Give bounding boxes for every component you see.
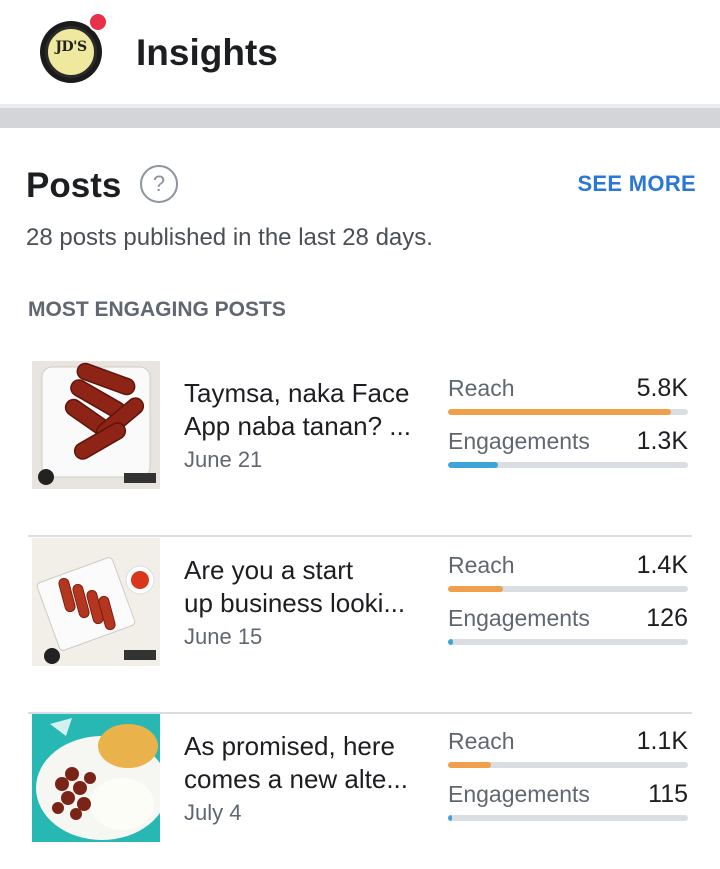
avatar-logo-text: JD'S — [55, 39, 87, 55]
engagements-bar — [448, 639, 688, 645]
post-caption-line-1: Are you a start — [184, 555, 354, 585]
post-row[interactable]: Are you a start up business looki... Jun… — [0, 538, 720, 714]
post-row[interactable]: As promised, here comes a new alte... Ju… — [0, 714, 720, 869]
post-caption-line-1: Taymsa, naka Face — [184, 378, 410, 408]
engagements-value: 115 — [648, 780, 688, 808]
post-caption-line-2: App naba tanan? ... — [184, 411, 411, 441]
engagements-label: Engagements — [448, 781, 590, 807]
help-icon[interactable]: ? — [140, 165, 178, 203]
engagements-label: Engagements — [448, 605, 590, 631]
engagements-bar — [448, 815, 688, 821]
reach-bar-fill — [448, 762, 492, 768]
engagements-bar-fill — [448, 639, 453, 645]
post-caption-line-2: up business looki... — [184, 588, 406, 618]
post-row[interactable]: Taymsa, naka Face App naba tanan? ... Ju… — [0, 361, 720, 537]
reach-label: Reach — [448, 728, 515, 754]
most-engaging-label: MOST ENGAGING POSTS — [28, 298, 286, 321]
reach-bar-fill — [448, 409, 672, 415]
post-caption[interactable]: Taymsa, naka Face App naba tanan? ... — [184, 377, 424, 443]
post-thumbnail[interactable] — [32, 538, 160, 666]
page-title: Insights — [136, 32, 278, 73]
reach-label: Reach — [448, 552, 515, 578]
engagements-bar — [448, 462, 688, 468]
engagements-bar-fill — [448, 815, 452, 821]
post-thumbnail[interactable] — [32, 361, 160, 489]
posts-card: Posts ? SEE MORE 28 posts published in t… — [0, 128, 720, 869]
row-divider — [28, 535, 692, 537]
section-divider — [0, 104, 720, 128]
reach-value: 5.8K — [636, 374, 688, 402]
post-caption-line-1: As promised, here — [184, 731, 395, 761]
posts-summary-text: 28 posts published in the last 28 days. — [26, 224, 433, 251]
post-caption[interactable]: As promised, here comes a new alte... — [184, 730, 424, 796]
notification-dot-icon — [88, 12, 108, 32]
reach-bar — [448, 586, 688, 592]
reach-label: Reach — [448, 375, 515, 401]
engagements-value: 126 — [646, 604, 688, 632]
reach-value: 1.1K — [636, 727, 688, 755]
posts-title: Posts — [26, 166, 122, 205]
reach-value: 1.4K — [636, 551, 688, 579]
see-more-link[interactable]: SEE MORE — [577, 171, 696, 197]
post-caption-line-2: comes a new alte... — [184, 764, 408, 794]
post-date: June 15 — [184, 624, 263, 649]
post-thumbnail[interactable] — [32, 714, 160, 842]
engagements-value: 1.3K — [636, 427, 688, 455]
post-caption[interactable]: Are you a start up business looki... — [184, 554, 424, 620]
post-date: July 4 — [184, 800, 242, 825]
reach-bar-fill — [448, 586, 504, 592]
reach-bar — [448, 409, 688, 415]
app-header: JD'S Insights — [0, 0, 720, 104]
reach-bar — [448, 762, 688, 768]
engagements-label: Engagements — [448, 428, 590, 454]
page-avatar[interactable]: JD'S — [40, 12, 108, 83]
engagements-bar-fill — [448, 462, 499, 468]
post-date: June 21 — [184, 447, 263, 472]
